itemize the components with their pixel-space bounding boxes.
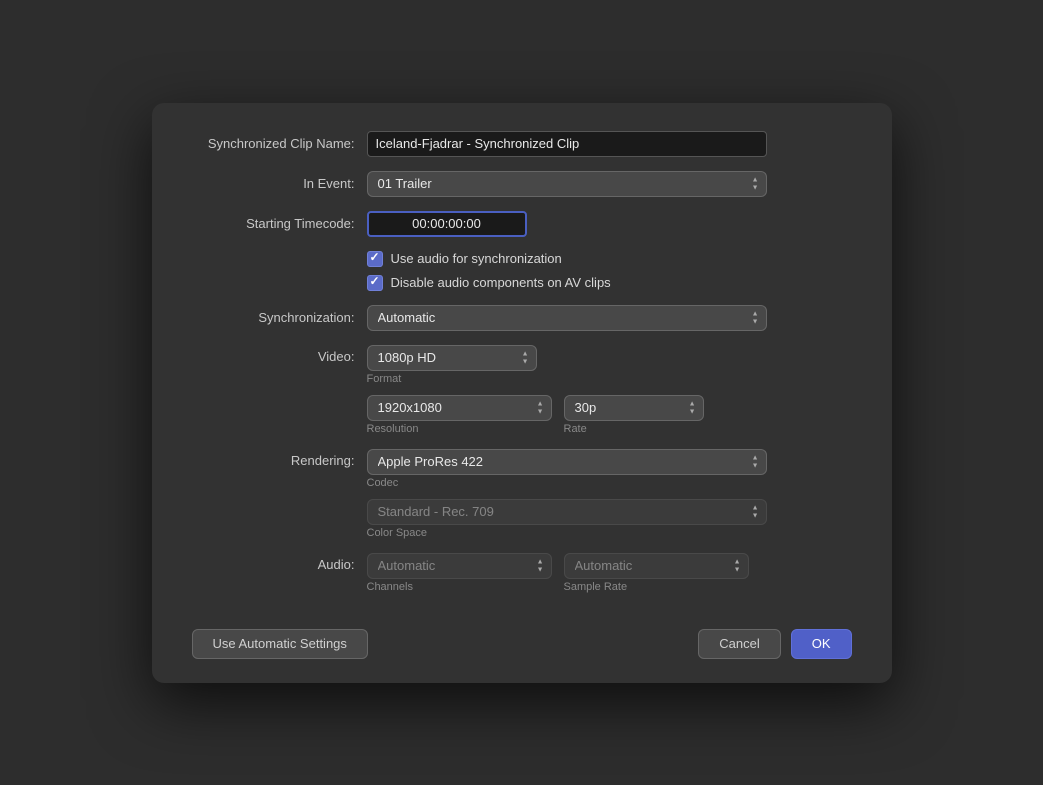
synchronization-label: Synchronization: [192, 306, 367, 330]
rendering-fields: Apple ProRes 422 Apple ProRes 4444 H.264… [367, 449, 767, 539]
codec-field: Apple ProRes 422 Apple ProRes 4444 H.264… [367, 449, 767, 489]
in-event-row: In Event: 01 Trailer 02 Main 03 BRoll [192, 171, 852, 197]
footer-right: Cancel OK [698, 629, 851, 659]
channels-field: Automatic Stereo Mono Channels [367, 553, 552, 593]
format-sub-label: Format [367, 373, 704, 385]
timecode-row: Starting Timecode: [192, 211, 852, 237]
channels-sub-label: Channels [367, 581, 552, 593]
in-event-select[interactable]: 01 Trailer 02 Main 03 BRoll [367, 171, 767, 197]
video-format-field: 1080p HD 720p HD 4K Format [367, 345, 704, 385]
cancel-button[interactable]: Cancel [698, 629, 780, 659]
audio-row: Audio: Automatic Stereo Mono Channels [192, 553, 852, 593]
audio-sub-row: Automatic Stereo Mono Channels Automatic… [367, 553, 749, 593]
rate-sub-label: Rate [564, 423, 704, 435]
timecode-label: Starting Timecode: [192, 212, 367, 236]
sample-rate-field: Automatic 44.1 kHz 48 kHz Sample Rate [564, 553, 749, 593]
footer: Use Automatic Settings Cancel OK [192, 617, 852, 659]
resolution-select-wrapper: 1920x1080 1280x720 3840x2160 [367, 395, 552, 421]
video-label: Video: [192, 345, 367, 369]
in-event-label: In Event: [192, 172, 367, 196]
video-format-select-wrapper: 1080p HD 720p HD 4K [367, 345, 537, 371]
rendering-row: Rendering: Apple ProRes 422 Apple ProRes… [192, 449, 852, 539]
video-fields: 1080p HD 720p HD 4K Format 1920x1080 128… [367, 345, 704, 435]
sample-rate-select-wrapper: Automatic 44.1 kHz 48 kHz [564, 553, 749, 579]
audio-label: Audio: [192, 553, 367, 577]
synchronization-select-wrapper: Automatic Manual [367, 305, 767, 331]
use-audio-sync-label: Use audio for synchronization [391, 251, 562, 266]
video-format-select[interactable]: 1080p HD 720p HD 4K [367, 345, 537, 371]
use-automatic-settings-button[interactable]: Use Automatic Settings [192, 629, 368, 659]
disable-audio-label: Disable audio components on AV clips [391, 275, 611, 290]
timecode-input[interactable] [367, 211, 527, 237]
audio-fields: Automatic Stereo Mono Channels Automatic… [367, 553, 749, 593]
in-event-select-wrapper: 01 Trailer 02 Main 03 BRoll [367, 171, 767, 197]
rendering-select-wrapper: Apple ProRes 422 Apple ProRes 4444 H.264 [367, 449, 767, 475]
rate-select-wrapper: 23.98p 24p 25p 29.97p 30p 60p [564, 395, 704, 421]
use-audio-sync-row[interactable]: Use audio for synchronization [367, 251, 852, 267]
disable-audio-checkbox[interactable] [367, 275, 383, 291]
channels-select[interactable]: Automatic Stereo Mono [367, 553, 552, 579]
rendering-label: Rendering: [192, 449, 367, 473]
rate-field: 23.98p 24p 25p 29.97p 30p 60p Rate [564, 395, 704, 435]
color-space-select[interactable]: Standard - Rec. 709 Wide Gamut HDR [367, 499, 767, 525]
synchronization-row: Synchronization: Automatic Manual [192, 305, 852, 331]
clip-name-row: Synchronized Clip Name: [192, 131, 852, 157]
synchronized-clip-dialog: Synchronized Clip Name: In Event: 01 Tra… [152, 103, 892, 683]
color-space-select-wrapper: Standard - Rec. 709 Wide Gamut HDR [367, 499, 767, 525]
synchronization-select[interactable]: Automatic Manual [367, 305, 767, 331]
codec-sub-label: Codec [367, 477, 767, 489]
sample-rate-sub-label: Sample Rate [564, 581, 749, 593]
checkboxes-section: Use audio for synchronization Disable au… [367, 251, 852, 291]
color-space-field: Standard - Rec. 709 Wide Gamut HDR Color… [367, 499, 767, 539]
color-space-sub-label: Color Space [367, 527, 767, 539]
rendering-select[interactable]: Apple ProRes 422 Apple ProRes 4444 H.264 [367, 449, 767, 475]
use-audio-sync-checkbox[interactable] [367, 251, 383, 267]
clip-name-input[interactable] [367, 131, 767, 157]
channels-select-wrapper: Automatic Stereo Mono [367, 553, 552, 579]
video-row: Video: 1080p HD 720p HD 4K Format [192, 345, 852, 435]
clip-name-label: Synchronized Clip Name: [192, 132, 367, 156]
rate-select[interactable]: 23.98p 24p 25p 29.97p 30p 60p [564, 395, 704, 421]
resolution-field: 1920x1080 1280x720 3840x2160 Resolution [367, 395, 552, 435]
resolution-select[interactable]: 1920x1080 1280x720 3840x2160 [367, 395, 552, 421]
disable-audio-row[interactable]: Disable audio components on AV clips [367, 275, 852, 291]
resolution-rate-row: 1920x1080 1280x720 3840x2160 Resolution … [367, 395, 704, 435]
resolution-sub-label: Resolution [367, 423, 552, 435]
sample-rate-select[interactable]: Automatic 44.1 kHz 48 kHz [564, 553, 749, 579]
ok-button[interactable]: OK [791, 629, 852, 659]
